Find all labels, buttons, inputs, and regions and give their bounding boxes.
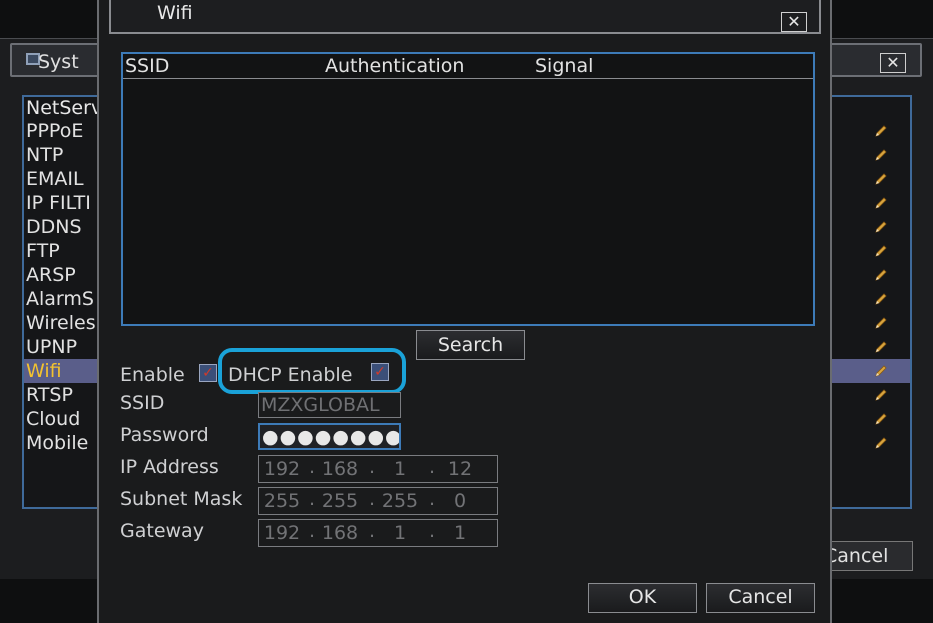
gateway-field[interactable]: 192. 168. 1. 1 bbox=[258, 519, 498, 547]
ip-address-label: IP Address bbox=[120, 456, 219, 478]
subnet-mask-label: Subnet Mask bbox=[120, 488, 243, 510]
wifi-dialog-titlebar: Wifi ✕ bbox=[109, 0, 821, 34]
mask-octet-4[interactable]: 0 bbox=[437, 490, 483, 512]
dhcp-enable-label: DHCP Enable bbox=[228, 364, 353, 386]
pencil-icon[interactable] bbox=[874, 412, 888, 426]
netservice-item[interactable]: IP FILTI bbox=[26, 191, 91, 215]
wifi-dialog-title: Wifi bbox=[157, 2, 193, 24]
ok-button[interactable]: OK bbox=[588, 583, 697, 613]
pencil-icon[interactable] bbox=[874, 268, 888, 282]
netservice-item[interactable]: EMAIL bbox=[26, 167, 84, 191]
pencil-icon[interactable] bbox=[874, 244, 888, 258]
pencil-icon[interactable] bbox=[874, 172, 888, 186]
column-ssid: SSID bbox=[125, 55, 170, 77]
password-field[interactable]: ●●●●●●●●●●● bbox=[258, 423, 401, 450]
ip-address-field[interactable]: 192. 168. 1. 12 bbox=[258, 455, 498, 483]
gateway-label: Gateway bbox=[120, 520, 204, 542]
netservice-item[interactable]: Wifi bbox=[26, 359, 62, 383]
wifi-dialog: Wifi ✕ SSID Authentication Signal Search… bbox=[97, 0, 832, 623]
column-authentication: Authentication bbox=[325, 55, 465, 77]
pencil-icon[interactable] bbox=[874, 292, 888, 306]
ssid-field[interactable]: MZXGLOBAL bbox=[258, 392, 401, 418]
system-close-button[interactable]: ✕ bbox=[880, 53, 906, 73]
ip-octet-3[interactable]: 1 bbox=[377, 458, 423, 480]
gateway-octet-3[interactable]: 1 bbox=[377, 522, 423, 544]
gateway-octet-1[interactable]: 192 bbox=[259, 522, 305, 544]
enable-label: Enable bbox=[120, 364, 185, 386]
ip-octet-4[interactable]: 12 bbox=[437, 458, 483, 480]
netservice-item[interactable]: Mobile bbox=[26, 431, 88, 455]
enable-checkbox[interactable]: ✓ bbox=[199, 364, 217, 382]
ip-octet-2[interactable]: 168 bbox=[317, 458, 363, 480]
pencil-icon[interactable] bbox=[874, 388, 888, 402]
netservice-item[interactable]: NTP bbox=[26, 143, 63, 167]
pencil-icon[interactable] bbox=[874, 364, 888, 378]
mask-octet-1[interactable]: 255 bbox=[259, 490, 305, 512]
pencil-icon[interactable] bbox=[874, 316, 888, 330]
netservice-item[interactable]: Wireles bbox=[26, 311, 96, 335]
search-button[interactable]: Search bbox=[416, 330, 525, 360]
ip-octet-1[interactable]: 192 bbox=[259, 458, 305, 480]
pencil-icon[interactable] bbox=[874, 340, 888, 354]
pencil-icon[interactable] bbox=[874, 148, 888, 162]
system-window-title: Syst bbox=[38, 51, 79, 73]
cancel-button[interactable]: Cancel bbox=[706, 583, 815, 613]
gateway-octet-4[interactable]: 1 bbox=[437, 522, 483, 544]
column-signal: Signal bbox=[535, 55, 594, 77]
system-cancel-button[interactable]: Cancel bbox=[819, 541, 913, 571]
subnet-mask-field[interactable]: 255. 255. 255. 0 bbox=[258, 487, 498, 515]
mask-octet-3[interactable]: 255 bbox=[377, 490, 423, 512]
mask-octet-2[interactable]: 255 bbox=[317, 490, 363, 512]
dhcp-enable-checkbox[interactable]: ✓ bbox=[371, 363, 389, 381]
netservice-item[interactable]: ARSP bbox=[26, 263, 76, 287]
wifi-close-button[interactable]: ✕ bbox=[781, 12, 807, 32]
netservice-item[interactable]: RTSP bbox=[26, 383, 73, 407]
pencil-icon[interactable] bbox=[874, 436, 888, 450]
netservice-item[interactable]: DDNS bbox=[26, 215, 82, 239]
gateway-octet-2[interactable]: 168 bbox=[317, 522, 363, 544]
netservice-item[interactable]: PPPoE bbox=[26, 119, 83, 143]
netservice-item[interactable]: FTP bbox=[26, 239, 60, 263]
netservice-list-header: NetServ bbox=[26, 97, 103, 119]
pencil-icon[interactable] bbox=[874, 124, 888, 138]
netservice-item[interactable]: UPNP bbox=[26, 335, 77, 359]
netservice-item[interactable]: AlarmS bbox=[26, 287, 94, 311]
pencil-icon[interactable] bbox=[874, 220, 888, 234]
ssid-list[interactable]: SSID Authentication Signal bbox=[121, 52, 815, 326]
ssid-label: SSID bbox=[120, 392, 165, 414]
netservice-item[interactable]: Cloud bbox=[26, 407, 80, 431]
password-label: Password bbox=[120, 424, 209, 446]
ssid-list-header: SSID Authentication Signal bbox=[123, 54, 813, 79]
pencil-icon[interactable] bbox=[874, 196, 888, 210]
